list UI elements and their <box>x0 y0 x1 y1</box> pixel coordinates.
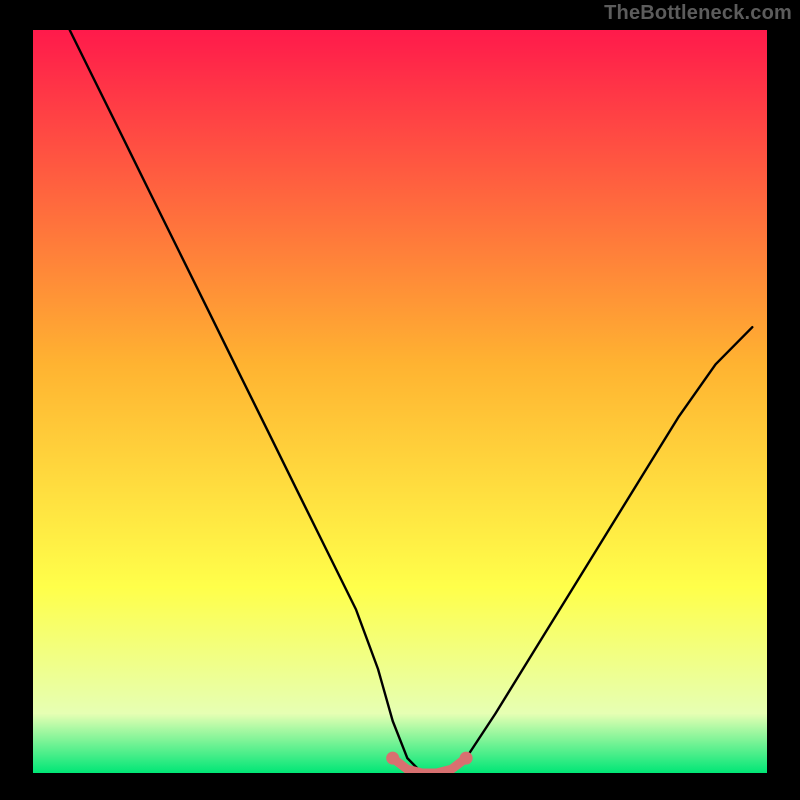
plot-area <box>33 30 767 773</box>
gradient-background <box>33 30 767 773</box>
bottleneck-chart <box>0 0 800 800</box>
valley-end-dot <box>386 752 399 765</box>
chart-frame: TheBottleneck.com <box>0 0 800 800</box>
watermark-text: TheBottleneck.com <box>604 2 792 25</box>
valley-end-dot <box>460 752 473 765</box>
